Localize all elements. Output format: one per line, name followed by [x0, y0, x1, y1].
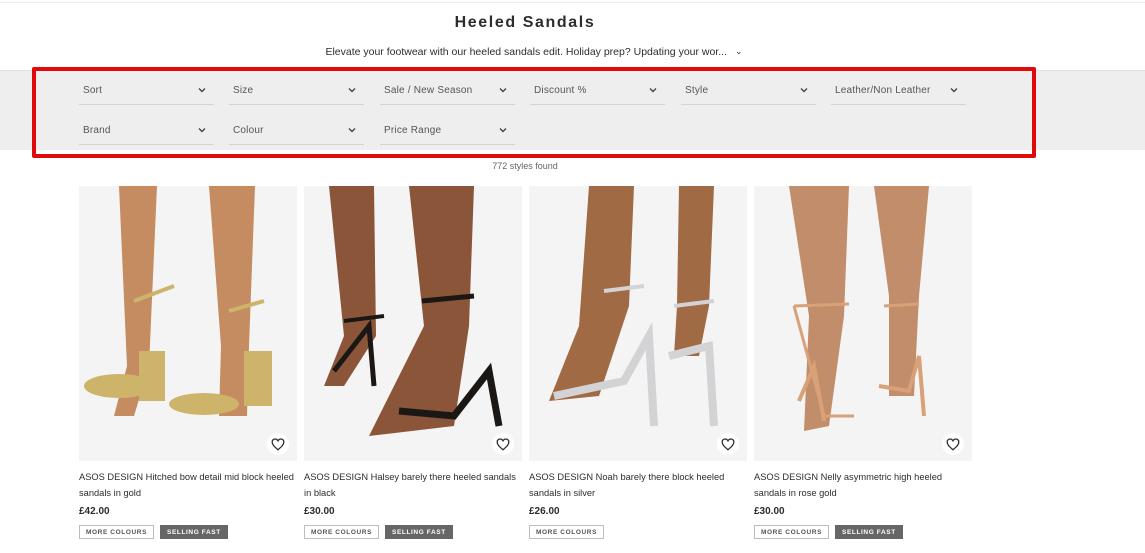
heart-icon	[496, 437, 510, 451]
top-divider	[0, 2, 1145, 3]
product-badges: MORE COLOURS SELLING FAST	[304, 525, 522, 539]
filter-label: Style	[685, 84, 709, 96]
filter-discount[interactable]: Discount %	[530, 76, 665, 105]
product-image-art	[79, 186, 297, 461]
chevron-down-icon	[348, 88, 356, 93]
filter-sale-new-season[interactable]: Sale / New Season	[380, 76, 515, 105]
filter-label: Sort	[83, 84, 103, 96]
filter-label: Discount %	[534, 84, 587, 96]
intro-text: Elevate your footwear with our heeled sa…	[325, 46, 728, 58]
filter-size[interactable]: Size	[229, 76, 364, 105]
chevron-down-icon	[950, 88, 958, 93]
filter-brand[interactable]: Brand	[79, 116, 214, 145]
filter-label: Sale / New Season	[384, 84, 473, 96]
product-title[interactable]: ASOS DESIGN Nelly asymmetric high heeled…	[754, 469, 972, 501]
chevron-down-icon	[198, 128, 206, 133]
product-price: £26.00	[529, 506, 560, 517]
selling-fast-badge: SELLING FAST	[385, 525, 453, 539]
filter-leather-non-leather[interactable]: Leather/Non Leather	[831, 76, 966, 105]
product-badges: MORE COLOURS SELLING FAST	[79, 525, 297, 539]
product-price: £30.00	[304, 506, 335, 517]
more-colours-badge[interactable]: MORE COLOURS	[529, 525, 605, 539]
chevron-down-icon	[348, 128, 356, 133]
filter-colour[interactable]: Colour	[229, 116, 364, 145]
filter-sort[interactable]: Sort	[79, 76, 214, 105]
wishlist-button[interactable]	[942, 433, 964, 455]
product-price: £42.00	[79, 506, 110, 517]
chevron-down-icon	[800, 88, 808, 93]
product-badges: MORE COLOURS	[529, 525, 747, 539]
wishlist-button[interactable]	[717, 433, 739, 455]
product-image[interactable]	[754, 186, 972, 461]
product-card[interactable]: ASOS DESIGN Halsey barely there heeled s…	[304, 186, 522, 539]
product-image-art	[304, 186, 522, 461]
product-card[interactable]: ASOS DESIGN Nelly asymmetric high heeled…	[754, 186, 972, 539]
product-image[interactable]	[529, 186, 747, 461]
chevron-down-icon	[649, 88, 657, 93]
product-title[interactable]: ASOS DESIGN Noah barely there block heel…	[529, 469, 747, 501]
heart-icon	[271, 437, 285, 451]
more-colours-badge[interactable]: MORE COLOURS	[79, 525, 155, 539]
product-title[interactable]: ASOS DESIGN Halsey barely there heeled s…	[304, 469, 522, 501]
more-colours-badge[interactable]: MORE COLOURS	[754, 525, 830, 539]
heart-icon	[946, 437, 960, 451]
product-card[interactable]: ASOS DESIGN Hitched bow detail mid block…	[79, 186, 297, 539]
product-image[interactable]	[79, 186, 297, 461]
product-image-art	[754, 186, 972, 461]
category-intro[interactable]: Elevate your footwear with our heeled sa…	[0, 46, 1068, 58]
filter-price-range[interactable]: Price Range	[380, 116, 515, 145]
product-image-art	[529, 186, 747, 461]
product-image[interactable]	[304, 186, 522, 461]
heart-icon	[721, 437, 735, 451]
chevron-down-icon	[499, 88, 507, 93]
product-price: £30.00	[754, 506, 785, 517]
wishlist-button[interactable]	[492, 433, 514, 455]
chevron-down-icon	[198, 88, 206, 93]
more-colours-badge[interactable]: MORE COLOURS	[304, 525, 380, 539]
chevron-down-icon	[499, 128, 507, 133]
filter-style[interactable]: Style	[681, 76, 816, 105]
product-title[interactable]: ASOS DESIGN Hitched bow detail mid block…	[79, 469, 297, 501]
filter-label: Brand	[83, 124, 111, 136]
filter-label: Size	[233, 84, 254, 96]
filter-label: Leather/Non Leather	[835, 84, 931, 96]
chevron-down-icon[interactable]: ⌄	[735, 46, 743, 57]
product-card[interactable]: ASOS DESIGN Noah barely there block heel…	[529, 186, 747, 539]
results-count: 772 styles found	[492, 161, 558, 171]
product-badges: MORE COLOURS SELLING FAST	[754, 525, 972, 539]
filter-label: Price Range	[384, 124, 442, 136]
selling-fast-badge: SELLING FAST	[835, 525, 903, 539]
selling-fast-badge: SELLING FAST	[160, 525, 228, 539]
wishlist-button[interactable]	[267, 433, 289, 455]
page-title: Heeled Sandals	[454, 14, 596, 31]
filter-label: Colour	[233, 124, 264, 136]
